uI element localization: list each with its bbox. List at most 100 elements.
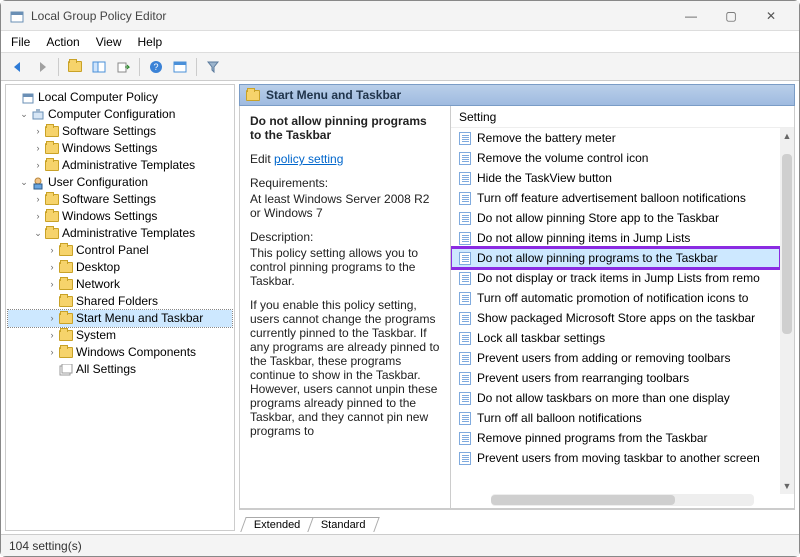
tree-item-label: Windows Settings <box>62 140 157 157</box>
setting-row[interactable]: Lock all taskbar settings <box>451 328 780 348</box>
tree-at-start-menu-taskbar[interactable]: ›Start Menu and Taskbar <box>8 310 232 327</box>
policy-item-icon <box>457 331 473 345</box>
policy-tree[interactable]: Local Computer Policy ⌄Computer Configur… <box>6 85 234 382</box>
policy-setting-link[interactable]: policy setting <box>274 152 343 166</box>
menubar: File Action View Help <box>1 31 799 53</box>
setting-title: Do not allow pinning programs to the Tas… <box>250 114 440 142</box>
export-button[interactable] <box>112 56 134 78</box>
setting-row[interactable]: Remove the volume control icon <box>451 148 780 168</box>
tree-cc[interactable]: ⌄Computer Configuration <box>8 106 232 123</box>
tree-at-shared-folders[interactable]: Shared Folders <box>8 293 232 310</box>
settings-column-header[interactable]: Setting <box>451 106 794 128</box>
setting-label: Turn off feature advertisement balloon n… <box>477 191 746 205</box>
policy-item-icon <box>457 231 473 245</box>
tree-at-all-settings[interactable]: All Settings <box>8 361 232 378</box>
setting-row[interactable]: Turn off all balloon notifications <box>451 408 780 428</box>
setting-row[interactable]: Turn off feature advertisement balloon n… <box>451 188 780 208</box>
tree-cc-windows[interactable]: ›Windows Settings <box>8 140 232 157</box>
setting-row[interactable]: Hide the TaskView button <box>451 168 780 188</box>
setting-row[interactable]: Do not allow taskbars on more than one d… <box>451 388 780 408</box>
svg-text:?: ? <box>153 62 158 72</box>
tree-cc-label: Computer Configuration <box>48 106 175 123</box>
setting-label: Lock all taskbar settings <box>477 331 605 345</box>
tree-uc[interactable]: ⌄User Configuration <box>8 174 232 191</box>
setting-row[interactable]: Prevent users from adding or removing to… <box>451 348 780 368</box>
setting-label: Prevent users from adding or removing to… <box>477 351 730 365</box>
properties-button[interactable] <box>169 56 191 78</box>
show-hide-tree-button[interactable] <box>88 56 110 78</box>
tree-item-label: Windows Components <box>76 344 196 361</box>
setting-row[interactable]: Remove the battery meter <box>451 128 780 148</box>
setting-row[interactable]: Remove pinned programs from the Taskbar <box>451 428 780 448</box>
setting-row[interactable]: Do not allow pinning items in Jump Lists <box>451 228 780 248</box>
maximize-button[interactable]: ▢ <box>711 4 751 28</box>
description-text-2: If you enable this policy setting, users… <box>250 298 440 438</box>
folder-icon <box>246 90 260 101</box>
scroll-up-button[interactable]: ▲ <box>780 128 794 144</box>
settings-scroll-area[interactable]: Remove the battery meterRemove the volum… <box>451 128 794 494</box>
setting-row[interactable]: Show packaged Microsoft Store apps on th… <box>451 308 780 328</box>
tree-root[interactable]: Local Computer Policy <box>8 89 232 106</box>
policy-item-icon <box>457 411 473 425</box>
tree-at-desktop[interactable]: ›Desktop <box>8 259 232 276</box>
minimize-button[interactable]: — <box>671 4 711 28</box>
policy-item-icon <box>457 271 473 285</box>
menu-help[interactable]: Help <box>138 35 163 49</box>
setting-row[interactable]: Do not allow pinning Store app to the Ta… <box>451 208 780 228</box>
tree-uc-software[interactable]: ›Software Settings <box>8 191 232 208</box>
tab-standard[interactable]: Standard <box>308 517 380 532</box>
scroll-down-button[interactable]: ▼ <box>780 478 794 494</box>
filter-button[interactable] <box>202 56 224 78</box>
close-button[interactable]: ✕ <box>751 4 791 28</box>
setting-label: Remove pinned programs from the Taskbar <box>477 431 708 445</box>
content-area: Local Computer Policy ⌄Computer Configur… <box>1 81 799 534</box>
tree-at-system[interactable]: ›System <box>8 327 232 344</box>
setting-label: Show packaged Microsoft Store apps on th… <box>477 311 755 325</box>
tree-at-network[interactable]: ›Network <box>8 276 232 293</box>
up-button[interactable] <box>64 56 86 78</box>
back-button[interactable] <box>7 56 29 78</box>
setting-row[interactable]: Turn off automatic promotion of notifica… <box>451 288 780 308</box>
menu-view[interactable]: View <box>96 35 122 49</box>
edit-prefix: Edit <box>250 152 271 166</box>
help-button[interactable]: ? <box>145 56 167 78</box>
policy-item-icon <box>457 311 473 325</box>
policy-item-icon <box>457 211 473 225</box>
tree-at-control-panel[interactable]: ›Control Panel <box>8 242 232 259</box>
tree-cc-admin[interactable]: ›Administrative Templates <box>8 157 232 174</box>
policy-item-icon <box>457 131 473 145</box>
horizontal-scrollbar[interactable] <box>491 494 754 506</box>
setting-label: Turn off all balloon notifications <box>477 411 642 425</box>
setting-label: Turn off automatic promotion of notifica… <box>477 291 748 305</box>
tree-pane[interactable]: Local Computer Policy ⌄Computer Configur… <box>5 84 235 531</box>
tree-item-label: Administrative Templates <box>62 225 195 242</box>
setting-label: Do not allow taskbars on more than one d… <box>477 391 730 405</box>
tree-item-label: Network <box>76 276 120 293</box>
menu-file[interactable]: File <box>11 35 30 49</box>
setting-label: Do not display or track items in Jump Li… <box>477 271 760 285</box>
tree-uc-admin[interactable]: ⌄Administrative Templates <box>8 225 232 242</box>
forward-button[interactable] <box>31 56 53 78</box>
settings-list-pane: Setting Remove the battery meterRemove t… <box>450 106 794 508</box>
tree-item-label: System <box>76 327 116 344</box>
setting-row[interactable]: Do not allow pinning programs to the Tas… <box>451 248 780 268</box>
setting-row[interactable]: Prevent users from rearranging toolbars <box>451 368 780 388</box>
menu-action[interactable]: Action <box>46 35 79 49</box>
setting-row[interactable]: Do not display or track items in Jump Li… <box>451 268 780 288</box>
tree-at-windows-components[interactable]: ›Windows Components <box>8 344 232 361</box>
scroll-thumb[interactable] <box>782 154 792 334</box>
setting-label: Prevent users from moving taskbar to ano… <box>477 451 760 465</box>
policy-item-icon <box>457 151 473 165</box>
vertical-scrollbar[interactable]: ▲ ▼ <box>780 128 794 494</box>
hscroll-thumb[interactable] <box>491 495 675 505</box>
policy-item-icon <box>457 391 473 405</box>
setting-row[interactable]: Prevent users from moving taskbar to ano… <box>451 448 780 468</box>
tree-cc-software[interactable]: ›Software Settings <box>8 123 232 140</box>
tab-extended[interactable]: Extended <box>240 517 314 532</box>
titlebar[interactable]: Local Group Policy Editor — ▢ ✕ <box>1 1 799 31</box>
setting-label: Do not allow pinning Store app to the Ta… <box>477 211 719 225</box>
policy-item-icon <box>457 431 473 445</box>
tree-uc-windows[interactable]: ›Windows Settings <box>8 208 232 225</box>
view-tabs: Extended Standard <box>239 509 795 531</box>
tree-root-label: Local Computer Policy <box>38 89 158 106</box>
